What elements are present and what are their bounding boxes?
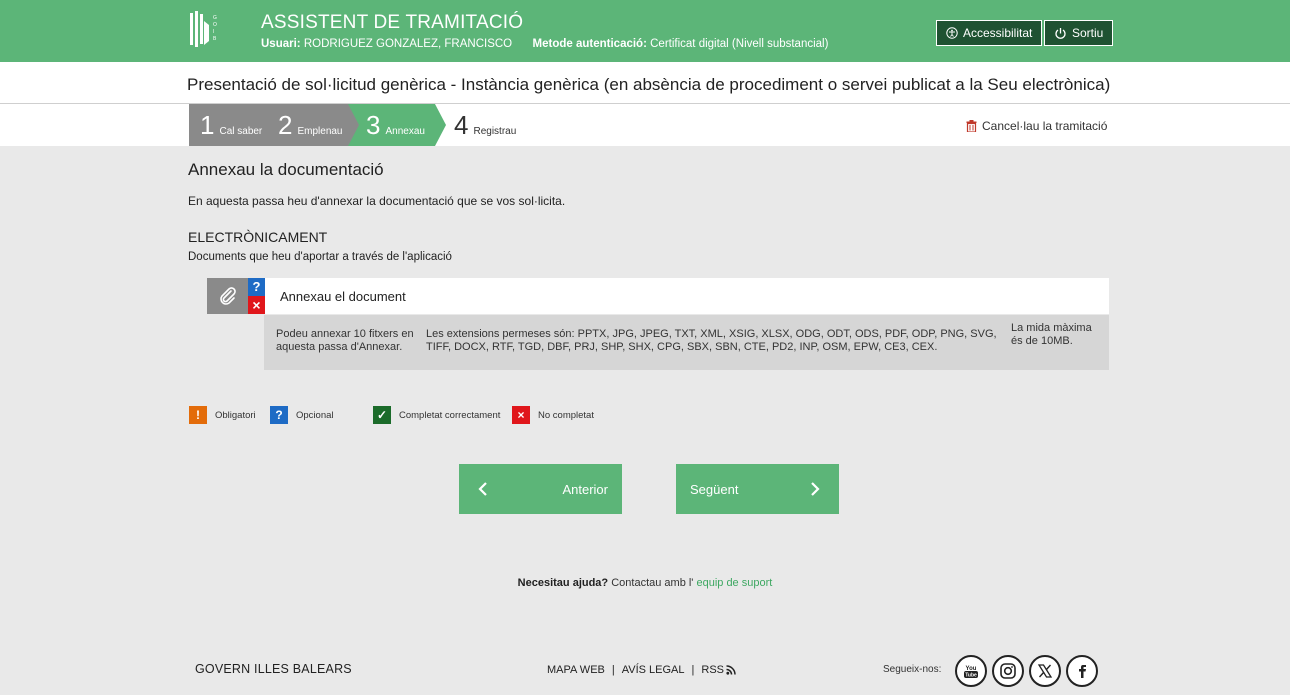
step-3-active[interactable]: 3 Annexau: [348, 104, 435, 146]
cross-icon: ×: [512, 406, 530, 424]
exit-label: Sortiu: [1072, 26, 1104, 40]
support-link[interactable]: equip de suport: [696, 577, 772, 589]
subsection-title: ELECTRÒNICAMENT: [188, 229, 328, 245]
instagram-button[interactable]: [992, 655, 1024, 687]
legend-label: Opcional: [296, 409, 334, 421]
divider: |: [691, 664, 695, 676]
auth-value: Certificat digital (Nivell substancial): [650, 38, 829, 50]
step-label: Cal saber: [219, 126, 263, 137]
svg-text:B: B: [213, 36, 217, 42]
cancel-label: Cancel·lau la tramitació: [982, 119, 1108, 133]
help-text: Contactau amb l': [608, 577, 697, 589]
optional-status-icon: ?: [248, 278, 265, 296]
follow-label: Segueix-nos:: [883, 664, 942, 675]
help-line: Necesitau ajuda? Contactau amb l' equip …: [0, 577, 1290, 589]
help-question: Necesitau ajuda?: [517, 577, 609, 589]
step-label: Annexau: [385, 126, 425, 137]
user-label: Usuari:: [261, 38, 301, 50]
instagram-icon: [1000, 663, 1016, 679]
optional-icon: ?: [270, 406, 288, 424]
legend-label: Obligatori: [215, 409, 256, 421]
not-completed-status-icon: ×: [248, 296, 265, 314]
intro-text: En aquesta passa heu d'annexar la docume…: [188, 194, 566, 208]
document-row[interactable]: ? × Annexau el document: [207, 278, 1109, 314]
required-icon: !: [189, 406, 207, 424]
auth-label: Metode autenticació:: [532, 38, 647, 50]
status-legend: ! Obligatori ? Opcional ✓ Completat corr…: [189, 406, 689, 424]
step-number: 1: [200, 110, 215, 140]
accessibility-button[interactable]: Accessibilitat: [936, 20, 1043, 46]
step-label: Emplenau: [297, 126, 343, 137]
header: G O I B ASSISTENT DE TRAMITACIÓ Usuari: …: [0, 0, 1290, 62]
title-band: Presentació de sol·licitud genèrica - In…: [0, 62, 1290, 104]
legend-optional: ? Opcional: [270, 406, 334, 424]
steps-bar: 1 Cal saber 2 Emplenau 3 Annexau 4 Regis…: [0, 104, 1290, 146]
svg-text:Tube: Tube: [965, 673, 977, 679]
footer-links: MAPA WEB | AVÍS LEGAL | RSS: [547, 664, 736, 676]
svg-text:G: G: [213, 15, 217, 21]
accessibility-label: Accessibilitat: [963, 26, 1033, 40]
attachment-info: Podeu annexar 10 fitxers en aquesta pass…: [264, 315, 1109, 370]
divider: |: [611, 664, 615, 676]
power-icon: [1055, 27, 1066, 39]
step-4: 4 Registrau: [450, 104, 530, 146]
x-twitter-icon: [1037, 664, 1053, 678]
youtube-button[interactable]: You Tube: [955, 655, 987, 687]
rss-icon[interactable]: [726, 665, 736, 675]
svg-text:I: I: [213, 29, 214, 35]
next-button[interactable]: Següent: [676, 464, 839, 514]
svg-text:O: O: [213, 22, 217, 28]
section-title: Annexau la documentació: [188, 160, 384, 179]
facebook-button[interactable]: [1066, 655, 1098, 687]
step-arrow: [435, 104, 446, 146]
step-label: Registrau: [473, 126, 517, 137]
paperclip-icon: [219, 287, 236, 305]
app-title: ASSISTENT DE TRAMITACIÓ: [261, 12, 524, 33]
facebook-icon: [1079, 665, 1086, 678]
step-number: 3: [366, 110, 381, 140]
info-max-size: La mida màxima és de 10MB.: [1011, 322, 1092, 347]
youtube-icon: YouTube: [964, 666, 978, 679]
user-info: Usuari: RODRIGUEZ GONZALEZ, FRANCISCO Me…: [261, 38, 828, 50]
trash-icon: [966, 120, 977, 132]
legend-label: No completat: [538, 409, 594, 421]
info-file-count: Podeu annexar 10 fitxers en aquesta pass…: [276, 328, 414, 353]
procedure-title: Presentació de sol·licitud genèrica - In…: [187, 75, 1111, 94]
step-number: 4: [454, 110, 469, 140]
legend-completed: ✓ Completat correctament: [373, 406, 500, 424]
previous-button[interactable]: Anterior: [459, 464, 622, 514]
next-label: Següent: [690, 482, 739, 497]
previous-label: Anterior: [562, 482, 608, 497]
chevron-left-icon: [478, 482, 487, 496]
footer-brand: GOVERN ILLES BALEARS: [195, 662, 352, 676]
user-name: RODRIGUEZ GONZALEZ, FRANCISCO: [303, 38, 513, 50]
legend-required: ! Obligatori: [189, 406, 256, 424]
attach-button[interactable]: [207, 278, 248, 314]
legend-label: Completat correctament: [399, 409, 501, 421]
subsection-desc: Documents que heu d'aportar a través de …: [188, 251, 452, 263]
exit-button[interactable]: Sortiu: [1044, 20, 1114, 46]
legal-link[interactable]: AVÍS LEGAL: [622, 664, 685, 676]
legend-not-completed: × No completat: [512, 406, 594, 424]
sitemap-link[interactable]: MAPA WEB: [547, 664, 605, 676]
cancel-link[interactable]: Cancel·lau la tramitació: [966, 119, 1107, 133]
step-number: 2: [278, 110, 293, 140]
step-2[interactable]: 2 Emplenau: [268, 104, 358, 146]
step-arrow: [348, 104, 359, 146]
rss-link[interactable]: RSS: [701, 664, 724, 676]
check-icon: ✓: [373, 406, 391, 424]
goib-logo[interactable]: G O I B: [190, 11, 220, 49]
x-twitter-button[interactable]: [1029, 655, 1061, 687]
info-extensions: Les extensions permeses són: PPTX, JPG, …: [426, 328, 997, 353]
chevron-right-icon: [811, 482, 820, 496]
accessibility-icon: [946, 27, 958, 39]
document-label[interactable]: Annexau el document: [280, 289, 406, 304]
